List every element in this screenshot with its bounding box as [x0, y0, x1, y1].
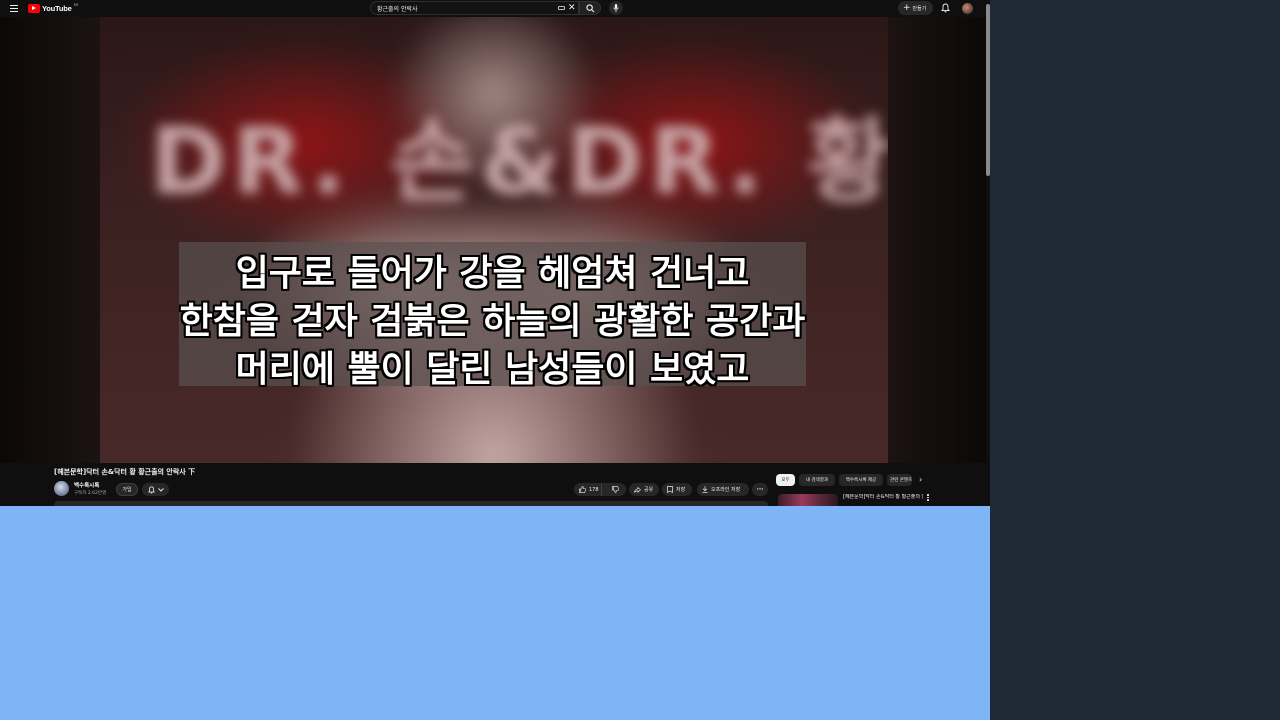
masthead: YouTube KR 황근출의 안락사 ✕ + 만들기 [0, 0, 986, 17]
video-frame: DR. 손&DR. 황 [100, 17, 888, 463]
plus-icon: + [903, 2, 911, 13]
video-title: [헤븐문학]닥터 손&닥터 황 황근출의 안락사 下 [54, 468, 196, 476]
like-button[interactable]: 178 [574, 483, 603, 496]
logo-text: YouTube [42, 3, 72, 13]
channel-avatar[interactable] [54, 481, 69, 496]
download-icon [702, 486, 708, 493]
save-icon [667, 486, 673, 493]
share-icon [634, 486, 641, 493]
join-button[interactable]: 가입 [116, 483, 138, 496]
dislike-button[interactable] [605, 483, 626, 496]
thumbs-down-icon [612, 486, 620, 493]
save-label: 저장 [676, 487, 686, 493]
like-count: 178 [589, 486, 599, 493]
subscription-button[interactable] [142, 483, 169, 496]
chip-all[interactable]: 모두 [776, 474, 795, 486]
share-label: 공유 [644, 487, 654, 493]
caption-box: 입구로 들어가 강을 헤엄쳐 건너고 한참을 걷자 검붉은 하늘의 광활한 공간… [179, 242, 806, 390]
create-label: 만들기 [912, 5, 927, 12]
caption-line-2: 한참을 걷자 검붉은 하늘의 광활한 공간과 [179, 301, 806, 342]
recommendation-title[interactable]: [헤븐문학]닥터 손&닥터 황 황근출의 안락사 上 [843, 494, 923, 501]
save-button[interactable]: 저장 [662, 483, 692, 496]
keyboard-icon[interactable] [558, 6, 565, 10]
search-input[interactable]: 황근출의 안락사 ✕ [370, 1, 579, 15]
chevron-right-icon[interactable]: › [919, 475, 922, 485]
subscriber-count: 구독자 2.62만명 [74, 491, 107, 496]
letterbox-right [888, 17, 986, 463]
chip-related[interactable]: 관련 콘텐츠 [887, 474, 912, 486]
avatar[interactable] [962, 3, 973, 14]
youtube-logo-icon [28, 3, 40, 13]
search-query: 황근출의 안락사 [377, 6, 418, 13]
search-icon [586, 4, 595, 13]
youtube-window: YouTube KR 황근출의 안락사 ✕ + 만들기 DR. 손&DR. 황 … [0, 0, 990, 506]
recommendation-more-icon[interactable] [926, 493, 930, 501]
thumbs-up-icon [579, 486, 586, 493]
recommendation-thumbnail[interactable] [778, 494, 838, 506]
lower-blank-area [0, 506, 990, 720]
chip-channel[interactable]: 백수룩시록 제공 [839, 474, 883, 486]
letterbox-left [0, 17, 100, 463]
mic-icon [613, 4, 619, 12]
bell-icon[interactable] [941, 3, 950, 13]
blurred-title-text: DR. 손&DR. 황 [150, 108, 888, 215]
chevron-down-icon [157, 487, 164, 492]
logo-region: KR [73, 3, 79, 7]
menu-icon[interactable] [9, 3, 19, 13]
more-icon[interactable]: ··· [752, 483, 768, 496]
channel-name[interactable]: 백수룩시록 [74, 481, 99, 489]
right-side-panel [990, 0, 1280, 720]
youtube-logo[interactable]: YouTube KR [28, 2, 78, 14]
create-button[interactable]: + 만들기 [898, 1, 933, 15]
search-button[interactable] [579, 1, 601, 15]
offline-save-button[interactable]: 오프라인 저장 [697, 483, 749, 496]
offline-label: 오프라인 저장 [711, 487, 741, 493]
voice-search-button[interactable] [609, 1, 623, 15]
video-player[interactable]: DR. 손&DR. 황 입구로 들어가 강을 헤엄쳐 건너고 한참을 걷자 검붉… [0, 17, 986, 463]
notification-bell-icon [147, 485, 155, 493]
caption-line-1: 입구로 들어가 강을 헤엄쳐 건너고 [235, 253, 750, 294]
like-dislike-group: 178 [574, 483, 626, 496]
video-blurred-image [100, 17, 888, 463]
chip-my-search[interactable]: 내 검색결과 [799, 474, 835, 486]
share-button[interactable]: 공유 [629, 483, 659, 496]
caption-line-3: 머리에 뿔이 달린 남성들이 보였고 [235, 349, 750, 390]
clear-icon[interactable]: ✕ [568, 2, 576, 14]
